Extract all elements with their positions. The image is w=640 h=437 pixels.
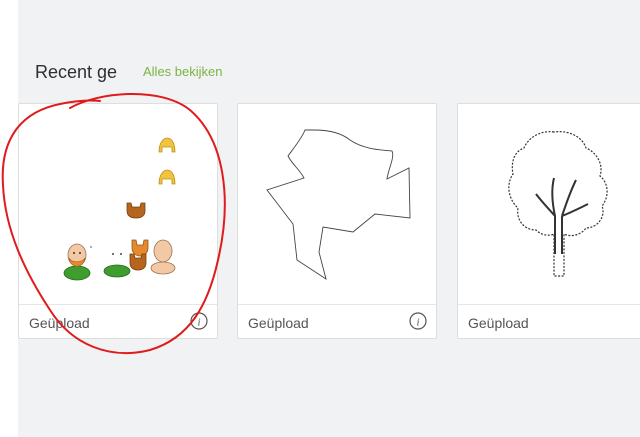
- card-label: Geüpload: [248, 315, 309, 331]
- avatar-parts-sheet-icon: [63, 137, 176, 281]
- bird-outline-icon: [266, 129, 411, 281]
- card-label: Geüpload: [29, 315, 90, 331]
- section-title: Recent ge: [35, 62, 118, 82]
- svg-text:i: i: [416, 317, 419, 329]
- recent-card[interactable]: Geüpload i: [18, 103, 218, 339]
- card-thumbnail: [19, 104, 217, 304]
- recent-card[interactable]: Geüpload i: [237, 103, 437, 339]
- info-icon[interactable]: i: [409, 312, 427, 330]
- tree-outline-icon: [508, 131, 608, 277]
- card-label: Geüpload: [468, 315, 529, 331]
- see-all-link[interactable]: Alles bekijken: [143, 64, 223, 79]
- info-icon[interactable]: i: [190, 312, 208, 330]
- card-thumbnail: [458, 104, 640, 304]
- svg-text:i: i: [197, 317, 200, 329]
- card-footer: Geüpload i: [238, 304, 436, 338]
- card-thumbnail: [238, 104, 436, 304]
- card-footer: Geüpload i: [19, 304, 217, 338]
- recent-card[interactable]: Geüpload i: [457, 103, 640, 339]
- card-footer: Geüpload i: [458, 304, 640, 338]
